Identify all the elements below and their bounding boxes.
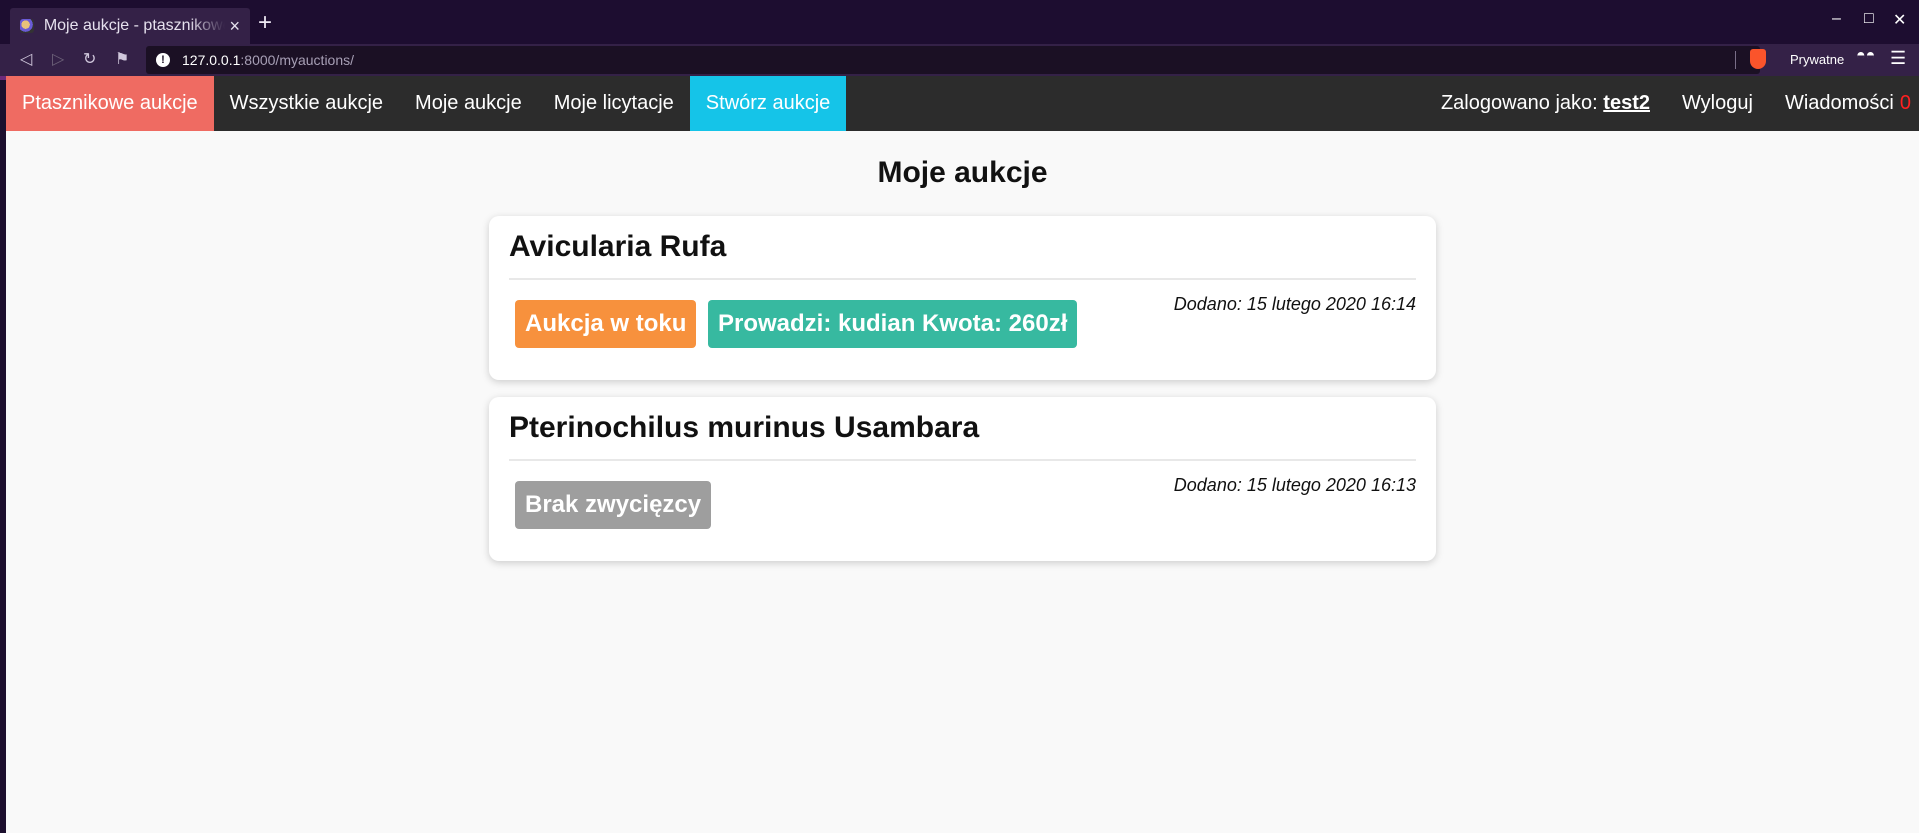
logged-in-label: Zalogowano jako: [1440, 92, 1604, 114]
nav-brand-link[interactable]: Ptasznikowe aukcje [6, 76, 214, 131]
auction-date: Dodano: 15 lutego 2020 16:13 [1173, 475, 1416, 495]
menu-icon[interactable]: ☰ [1890, 48, 1906, 69]
messages-count-badge: 0 [1899, 92, 1911, 114]
username-link[interactable]: test2 [1603, 92, 1650, 115]
private-label: Prywatne [1790, 52, 1845, 67]
logged-in-status: Zalogowano jako: test2 [1425, 76, 1666, 131]
auction-title[interactable]: Pterinochilus murinus Usambara [509, 411, 1416, 461]
browser-tab[interactable]: Moje aukcje - ptasznikowe aukcje × [10, 8, 250, 44]
tab-title: Moje aukcje - ptasznikowe aukcje [43, 17, 226, 34]
private-glasses-icon: ◓◓ [1856, 47, 1876, 64]
brave-shield-icon[interactable] [1750, 49, 1766, 69]
logout-link[interactable]: Wyloguj [1666, 76, 1769, 131]
auction-title[interactable]: Avicularia Rufa [509, 230, 1416, 280]
back-icon[interactable]: ◁ [20, 50, 32, 70]
nav-spacer [846, 76, 1425, 131]
auction-details-row: Brak zwycięzcy Dodano: 15 lutego 2020 16… [509, 461, 1416, 561]
url-separator [1735, 51, 1736, 69]
bookmark-icon[interactable]: ⚑ [115, 50, 129, 70]
nav-my-auctions-link[interactable]: Moje aukcje [399, 76, 538, 131]
nav-my-bids-link[interactable]: Moje licytacje [538, 76, 690, 131]
reload-icon[interactable]: ↻ [83, 50, 96, 70]
messages-link[interactable]: Wiadomości 0 [1769, 76, 1919, 131]
leader-badge: Prowadzi: kudian Kwota: 260zł [708, 300, 1078, 348]
nav-create-auction-link[interactable]: Stwórz aukcje [689, 76, 847, 131]
favicon-icon [20, 19, 34, 33]
minimize-icon[interactable]: – [1832, 10, 1841, 28]
nav-all-auctions-link[interactable]: Wszystkie aukcje [214, 76, 399, 131]
status-badge: Brak zwycięzcy [515, 481, 712, 529]
window-close-icon[interactable]: ✕ [1893, 10, 1906, 30]
auction-card[interactable]: Avicularia Rufa Aukcja w toku Prowadzi: … [489, 216, 1436, 380]
maximize-icon[interactable]: □ [1864, 10, 1874, 28]
page-title: Moje aukcje [877, 156, 1048, 189]
new-tab-button[interactable]: + [258, 11, 272, 35]
address-bar[interactable]: ! 127.0.0.1:8000/myauctions/ [146, 46, 1760, 74]
tab-close-icon[interactable]: × [229, 17, 240, 35]
page-viewport: Ptasznikowe aukcje Wszystkie aukcje Moje… [6, 76, 1919, 833]
auction-card[interactable]: Pterinochilus murinus Usambara Brak zwyc… [489, 397, 1436, 561]
url-path: :8000/myauctions/ [240, 52, 355, 68]
browser-toolbar: ◁ ▷ ↻ ⚑ ! 127.0.0.1:8000/myauctions/ Pry… [0, 44, 1919, 76]
browser-tab-bar: Moje aukcje - ptasznikowe aukcje × + – □… [0, 0, 1919, 44]
status-badge: Aukcja w toku [515, 300, 697, 348]
site-navbar: Ptasznikowe aukcje Wszystkie aukcje Moje… [6, 76, 1919, 131]
url-host: 127.0.0.1 [182, 52, 241, 68]
messages-label: Wiadomości [1784, 92, 1894, 114]
info-icon[interactable]: ! [156, 53, 170, 67]
auction-details-row: Aukcja w toku Prowadzi: kudian Kwota: 26… [509, 280, 1416, 380]
auction-date: Dodano: 15 lutego 2020 16:14 [1173, 294, 1416, 314]
forward-icon[interactable]: ▷ [52, 50, 64, 70]
